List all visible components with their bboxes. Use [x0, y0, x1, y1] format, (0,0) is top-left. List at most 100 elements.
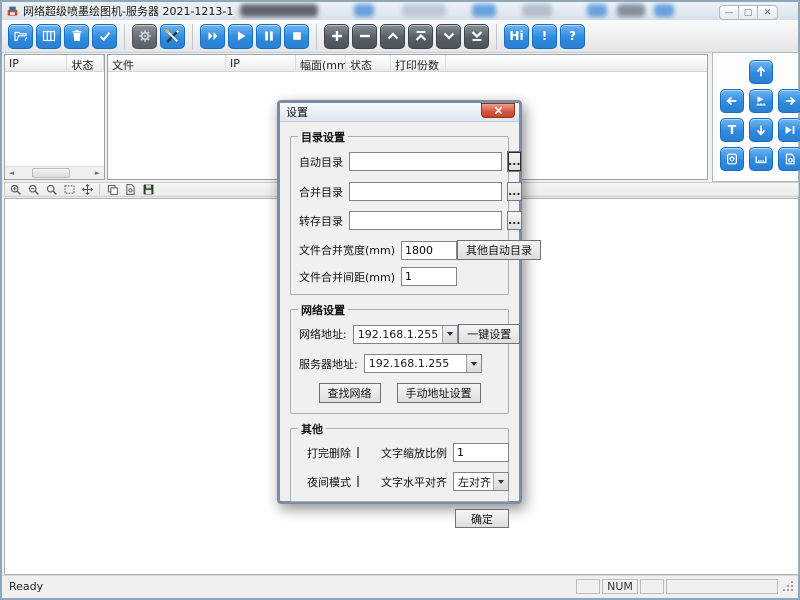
columns-button[interactable] [36, 24, 61, 49]
add-button[interactable] [324, 24, 349, 49]
column-header-file[interactable]: 文件 [108, 55, 226, 71]
network-address-label: 网络地址: [299, 326, 347, 342]
other-auto-dir-button[interactable]: 其他自动目录 [457, 240, 541, 260]
move-to-top-button[interactable] [408, 24, 433, 49]
open-folder-button[interactable] [8, 24, 33, 49]
plot-start-button[interactable] [749, 89, 773, 113]
move-to-bottom-button[interactable] [464, 24, 489, 49]
titlebar-blur-blob [587, 4, 607, 17]
minimize-button[interactable]: — [720, 6, 739, 19]
text-scale-input[interactable] [453, 443, 509, 462]
combo-dropdown-button[interactable] [442, 326, 457, 343]
arrow-up-icon [754, 65, 768, 79]
zoom-icon [45, 183, 58, 196]
tools-button[interactable] [160, 24, 185, 49]
other-settings-legend: 其他 [298, 421, 326, 437]
move-down-button[interactable] [436, 24, 461, 49]
save-button[interactable] [141, 183, 155, 196]
stop-button[interactable] [284, 24, 309, 49]
merge-dir-browse-button[interactable]: ... [507, 182, 522, 201]
auto-dir-input[interactable] [349, 152, 502, 171]
hi-button[interactable]: Hi [504, 24, 529, 49]
merge-gap-input[interactable] [401, 267, 457, 286]
titlebar-blur-blob [654, 4, 674, 17]
letter-t-button[interactable]: T [720, 118, 744, 142]
night-mode-checkbox[interactable] [357, 476, 359, 487]
transfer-dir-browse-button[interactable]: ... [507, 211, 522, 230]
preview-button[interactable] [123, 183, 137, 196]
file-list-header: 文件 IP 幅面(mm) 状态 打印份数 [108, 55, 707, 72]
paper-roll-icon [725, 152, 739, 166]
stop-icon [289, 28, 305, 44]
confirm-button[interactable] [92, 24, 117, 49]
pan-move-button[interactable] [80, 183, 94, 196]
find-network-button[interactable]: 查找网络 [319, 383, 381, 403]
arrow-down-button[interactable] [749, 118, 773, 142]
settings-button[interactable] [132, 24, 157, 49]
zoom-out-button[interactable] [26, 183, 40, 196]
alert-button[interactable]: ! [532, 24, 557, 49]
zoom-button[interactable] [44, 183, 58, 196]
one-key-setup-button[interactable]: 一键设置 [458, 324, 520, 344]
ok-button[interactable]: 确定 [455, 509, 509, 528]
text-align-combobox[interactable]: 左对齐 [453, 472, 509, 491]
transfer-dir-input[interactable] [349, 211, 502, 230]
zoom-out-icon [27, 183, 40, 196]
remove-button[interactable] [352, 24, 377, 49]
network-address-combobox[interactable]: 192.168.1.255 [353, 325, 458, 344]
fast-forward-button[interactable] [200, 24, 225, 49]
close-button[interactable]: ✕ [758, 6, 777, 19]
column-header-ip[interactable]: IP [226, 55, 296, 71]
close-icon [494, 106, 503, 115]
ruler-button[interactable] [749, 147, 773, 171]
resize-grip[interactable] [781, 579, 795, 593]
auto-dir-browse-button[interactable]: ... [507, 151, 522, 172]
arrow-up-button[interactable] [749, 60, 773, 84]
manual-address-button[interactable]: 手动地址设置 [397, 383, 481, 403]
client-list-panel: IP 状态 ◄ ► [4, 54, 105, 180]
play-button[interactable] [228, 24, 253, 49]
pan-move-icon [81, 183, 94, 196]
text-align-label: 文字水平对齐 [381, 474, 447, 490]
pause-button[interactable] [256, 24, 281, 49]
titlebar-blur-blob [240, 4, 318, 17]
plotter-control-panel: T [712, 52, 799, 182]
server-address-combobox[interactable]: 192.168.1.255 [364, 354, 482, 373]
page-preview-button[interactable] [778, 147, 800, 171]
arrow-left-button[interactable] [720, 89, 744, 113]
arrow-right-button[interactable] [778, 89, 800, 113]
window-controls: — ▢ ✕ [719, 5, 778, 20]
marquee-select-button[interactable] [62, 183, 76, 196]
scrollbar-track[interactable] [18, 167, 91, 179]
column-header-copies[interactable]: 打印份数 [391, 55, 446, 71]
maximize-button[interactable]: ▢ [739, 6, 758, 19]
column-header-ip[interactable]: IP [5, 55, 67, 71]
move-up-button[interactable] [380, 24, 405, 49]
network-address-value: 192.168.1.255 [354, 328, 442, 341]
scrollbar-thumb[interactable] [32, 168, 70, 178]
to-end-button[interactable] [778, 118, 800, 142]
chevron-down-icon [441, 28, 457, 44]
server-address-label: 服务器地址: [299, 356, 358, 372]
duplicate-button[interactable] [105, 183, 119, 196]
scroll-right-icon[interactable]: ► [91, 167, 104, 179]
dialog-title: 设置 [286, 104, 308, 120]
merge-dir-input[interactable] [349, 182, 502, 201]
client-list-hscrollbar[interactable]: ◄ ► [5, 166, 104, 179]
help-button[interactable]: ? [560, 24, 585, 49]
dialog-close-button[interactable] [481, 103, 515, 118]
paper-roll-button[interactable] [720, 147, 744, 171]
merge-width-input[interactable] [401, 241, 457, 260]
titlebar-blur-blob [617, 4, 645, 17]
delete-after-print-checkbox[interactable] [357, 447, 359, 458]
zoom-in-button[interactable] [8, 183, 22, 196]
column-header-status[interactable]: 状态 [67, 55, 104, 71]
column-header-width[interactable]: 幅面(mm) [296, 55, 346, 71]
scroll-left-icon[interactable]: ◄ [5, 167, 18, 179]
open-folder-icon [13, 28, 29, 44]
chevron-down-icon [471, 362, 477, 366]
combo-dropdown-button[interactable] [466, 355, 481, 372]
delete-button[interactable] [64, 24, 89, 49]
column-header-status[interactable]: 状态 [346, 55, 391, 71]
combo-dropdown-button[interactable] [493, 473, 508, 490]
